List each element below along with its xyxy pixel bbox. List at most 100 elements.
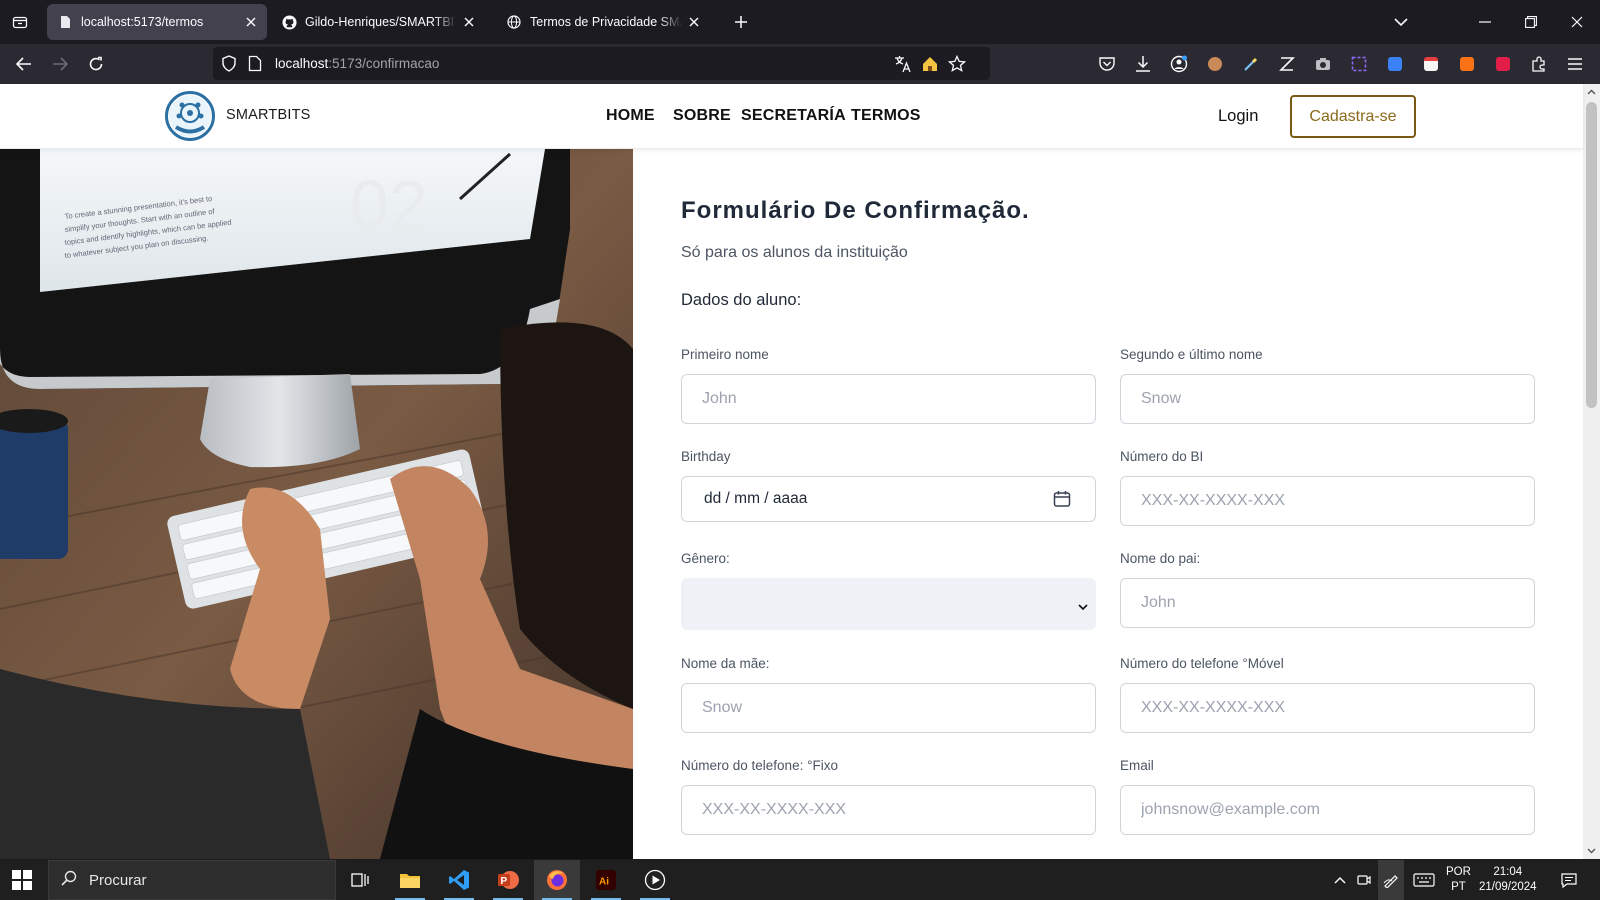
downloads-icon[interactable]: [1133, 54, 1153, 74]
globe-icon: [506, 14, 522, 30]
page-favicon-icon: [57, 14, 73, 30]
tab-title: Gildo-Henriques/SMARTBITS: Pr: [305, 15, 457, 29]
tab-title: Termos de Privacidade SMARTBI: [530, 15, 682, 29]
page-viewport: SMARTBITS HOME SOBRE SECRETARÍA TERMOS L…: [0, 84, 1600, 859]
color-picker-icon[interactable]: [1241, 54, 1261, 74]
calendar-icon[interactable]: [1053, 490, 1071, 513]
scrollbar-thumb[interactable]: [1586, 102, 1597, 408]
close-window-icon[interactable]: [1554, 0, 1600, 44]
chevron-down-icon: [1078, 598, 1088, 616]
taskbar-search[interactable]: Procurar: [48, 860, 336, 900]
media-player-icon[interactable]: [632, 860, 678, 900]
nav-home[interactable]: HOME: [606, 107, 655, 125]
task-view-icon[interactable]: [337, 860, 383, 900]
tracking-shield-icon[interactable]: [221, 55, 237, 77]
page-scrollbar[interactable]: [1583, 84, 1600, 859]
site-header: SMARTBITS HOME SOBRE SECRETARÍA TERMOS L…: [0, 84, 1583, 149]
app-menu-icon[interactable]: [1565, 54, 1585, 74]
restore-window-icon[interactable]: [1508, 0, 1554, 44]
landline-phone-input[interactable]: [681, 785, 1096, 835]
close-tab-icon[interactable]: [243, 14, 259, 30]
minimize-icon[interactable]: [1462, 0, 1508, 44]
nav-sobre[interactable]: SOBRE: [673, 107, 731, 125]
vscode-icon[interactable]: [436, 860, 482, 900]
avatar-extension-icon[interactable]: [1205, 54, 1225, 74]
mother-name-input[interactable]: [681, 683, 1096, 733]
notes-extension-icon[interactable]: [1421, 54, 1441, 74]
scroll-up-arrow-icon[interactable]: [1587, 88, 1596, 97]
system-clock[interactable]: 21:04 21/09/2024: [1479, 865, 1537, 895]
extensions-puzzle-icon[interactable]: [1529, 54, 1549, 74]
login-link[interactable]: Login: [1218, 107, 1258, 126]
tab-termos-privacidade[interactable]: Termos de Privacidade SMARTBI: [496, 4, 710, 40]
svg-text:Ai: Ai: [599, 877, 609, 888]
windows-taskbar: Procurar P Ai POR PT 21:04 21/09/2024: [0, 860, 1600, 900]
last-name-label: Segundo e último nome: [1120, 347, 1263, 362]
new-tab-icon[interactable]: [730, 11, 752, 33]
bookmark-star-icon[interactable]: [947, 54, 967, 74]
tab-title: localhost:5173/termos: [81, 15, 204, 29]
url-bar[interactable]: localhost:5173/confirmacao: [213, 47, 990, 80]
browser-nav-bar: localhost:5173/confirmacao: [0, 44, 1600, 84]
reload-icon[interactable]: [82, 50, 110, 78]
brand-name[interactable]: SMARTBITS: [226, 107, 311, 123]
show-hidden-icons-chevron-up-icon[interactable]: [1330, 860, 1350, 900]
birthday-date-input[interactable]: dd / mm / aaaa: [681, 476, 1096, 522]
keyboard-layout: PT: [1451, 881, 1466, 893]
account-icon[interactable]: [1169, 54, 1189, 74]
last-name-input[interactable]: [1120, 374, 1535, 424]
landline-phone-label: Número do telefone: °Fixo: [681, 758, 838, 773]
close-tab-icon[interactable]: [686, 14, 702, 30]
orange-extension-icon[interactable]: [1457, 54, 1477, 74]
file-explorer-icon[interactable]: [387, 860, 433, 900]
back-arrow-icon[interactable]: [10, 50, 38, 78]
form-subtitle: Só para os alunos da instituição: [681, 244, 908, 261]
email-input[interactable]: [1120, 785, 1535, 835]
svg-text:P: P: [501, 876, 508, 887]
github-icon: [281, 14, 297, 30]
date-placeholder: dd / mm / aaaa: [704, 490, 808, 507]
zotero-icon[interactable]: [1277, 54, 1297, 74]
touch-keyboard-icon[interactable]: [1409, 860, 1439, 900]
page-info-icon[interactable]: [248, 55, 262, 77]
notifications-icon[interactable]: [1554, 860, 1584, 900]
screenshot-camera-icon[interactable]: [1313, 54, 1333, 74]
url-host: localhost: [275, 56, 329, 71]
forward-arrow-icon: [46, 50, 74, 78]
bi-label: Número do BI: [1120, 449, 1204, 464]
tab-list-icon[interactable]: [8, 10, 32, 34]
gender-select[interactable]: [681, 578, 1096, 630]
scroll-down-arrow-icon[interactable]: [1587, 846, 1596, 855]
tab-github[interactable]: Gildo-Henriques/SMARTBITS: Pr: [271, 4, 485, 40]
illustrator-icon[interactable]: Ai: [583, 860, 629, 900]
mobile-phone-input[interactable]: [1120, 683, 1535, 733]
father-name-label: Nome do pai:: [1120, 551, 1201, 566]
windows-start-icon[interactable]: [12, 870, 32, 890]
first-name-label: Primeiro nome: [681, 347, 769, 362]
screen-number: 02: [350, 166, 428, 244]
first-name-input[interactable]: [681, 374, 1096, 424]
smartbits-logo[interactable]: [165, 91, 215, 141]
language-code: POR: [1446, 866, 1471, 878]
pocket-icon[interactable]: [1097, 54, 1117, 74]
tab-localhost-termos[interactable]: localhost:5173/termos: [47, 4, 267, 40]
nav-secretaria[interactable]: SECRETARÍA: [741, 107, 846, 125]
tab-overflow-chevron-down-icon[interactable]: [1378, 0, 1424, 44]
close-tab-icon[interactable]: [461, 14, 477, 30]
docs-extension-icon[interactable]: [1385, 54, 1405, 74]
browser-tab-bar: localhost:5173/termos Gildo-Henriques/SM…: [0, 0, 1600, 44]
meet-camera-icon[interactable]: [1353, 860, 1375, 900]
screen-capture-icon[interactable]: [1349, 54, 1369, 74]
bi-input[interactable]: [1120, 476, 1535, 526]
nav-termos[interactable]: TERMOS: [851, 107, 921, 125]
pen-workspace-icon[interactable]: [1378, 860, 1404, 900]
powerpoint-icon[interactable]: P: [485, 860, 531, 900]
input-language[interactable]: POR PT: [1446, 865, 1471, 895]
confirmation-form: Formulário De Confirmação. Só para os al…: [633, 149, 1583, 859]
firefox-icon[interactable]: [534, 860, 580, 900]
father-name-input[interactable]: [1120, 578, 1535, 628]
record-extension-icon[interactable]: [1493, 54, 1513, 74]
translate-icon[interactable]: [893, 54, 913, 74]
home-extension-icon[interactable]: [920, 54, 940, 74]
signup-button[interactable]: Cadastra-se: [1290, 95, 1416, 138]
